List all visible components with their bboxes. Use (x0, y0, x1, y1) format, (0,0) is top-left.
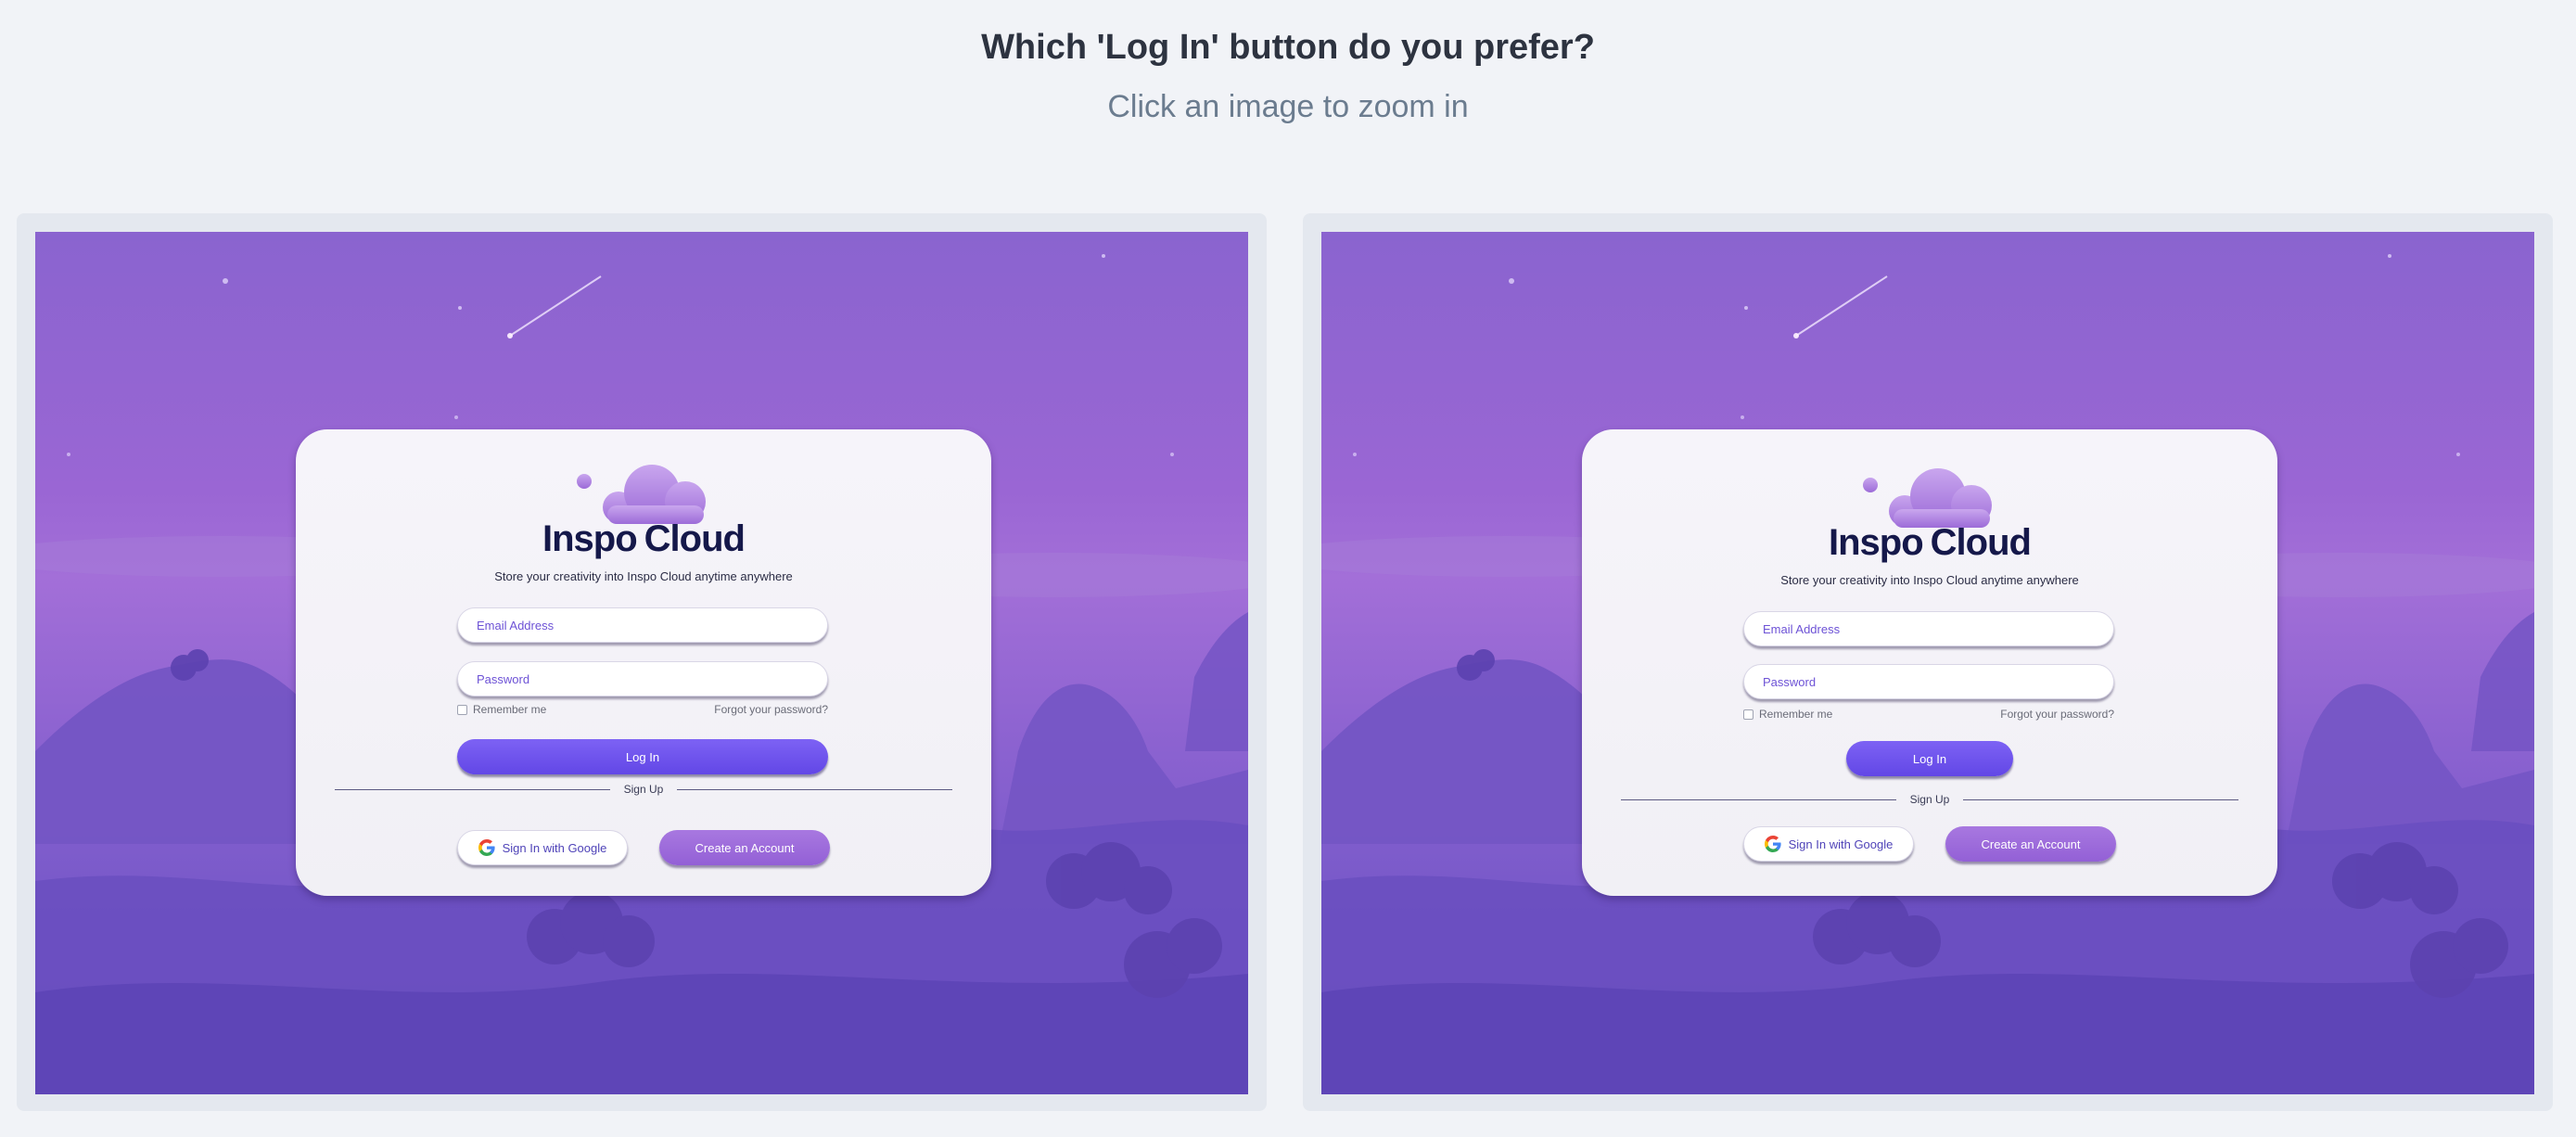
create-account-button[interactable]: Create an Account (659, 830, 830, 865)
create-account-button[interactable]: Create an Account (1945, 826, 2116, 862)
brand-word-2: Cloud (644, 518, 746, 559)
forgot-password-link[interactable]: Forgot your password? (643, 703, 828, 716)
divider-left (1621, 799, 1896, 800)
option-a-image[interactable]: Inspo Cloud Store your creativity into In… (17, 213, 1267, 1111)
brand-word-1: Inspo (1829, 522, 1924, 563)
google-signin-button[interactable]: Sign In with Google (1743, 826, 1914, 862)
login-card: Inspo Cloud Store your creativity into In… (296, 429, 991, 896)
shooting-star (509, 275, 602, 337)
email-field[interactable] (1743, 611, 2114, 646)
remember-checkbox[interactable] (457, 704, 467, 715)
google-signin-button[interactable]: Sign In with Google (457, 830, 628, 865)
option-b-image[interactable]: Inspo Cloud Store your creativity into In… (1303, 213, 2553, 1111)
divider-right (677, 789, 952, 790)
brand-word-2: Cloud (1930, 522, 2032, 563)
tagline: Store your creativity into Inspo Cloud a… (1780, 573, 2079, 587)
password-field[interactable] (457, 661, 828, 696)
login-button[interactable]: Log In (457, 739, 828, 774)
page-title: Which 'Log In' button do you prefer? (981, 28, 1595, 67)
divider-right (1963, 799, 2238, 800)
forgot-password-link[interactable]: Forgot your password? (1929, 708, 2114, 721)
google-icon (478, 839, 495, 856)
signup-label[interactable]: Sign Up (610, 783, 677, 796)
login-screenshot-b: Inspo Cloud Store your creativity into In… (1321, 232, 2534, 1094)
shooting-star (1795, 275, 1888, 337)
email-field[interactable] (457, 607, 828, 643)
login-button[interactable]: Log In (1846, 741, 2013, 776)
brand-wordmark: Inspo Cloud (296, 518, 991, 560)
cloud-logo-icon (577, 465, 706, 524)
login-screenshot-a: Inspo Cloud Store your creativity into In… (35, 232, 1248, 1094)
google-label: Sign In with Google (1788, 837, 1894, 851)
brand-word-1: Inspo (542, 518, 638, 559)
cloud-logo-icon (1863, 468, 1992, 528)
remember-checkbox[interactable] (1743, 709, 1753, 720)
remember-label: Remember me (1759, 708, 1833, 721)
remember-me[interactable]: Remember me (1743, 708, 1832, 721)
password-field[interactable] (1743, 664, 2114, 699)
google-icon (1764, 836, 1781, 852)
remember-me[interactable]: Remember me (457, 703, 546, 716)
signup-label[interactable]: Sign Up (1896, 793, 1963, 806)
remember-label: Remember me (473, 703, 547, 716)
brand-wordmark: Inspo Cloud (1582, 522, 2277, 564)
page-subtitle: Click an image to zoom in (1107, 89, 1469, 124)
tagline: Store your creativity into Inspo Cloud a… (494, 569, 793, 583)
login-card: Inspo Cloud Store your creativity into In… (1582, 429, 2277, 896)
divider-left (335, 789, 610, 790)
google-label: Sign In with Google (502, 840, 607, 855)
